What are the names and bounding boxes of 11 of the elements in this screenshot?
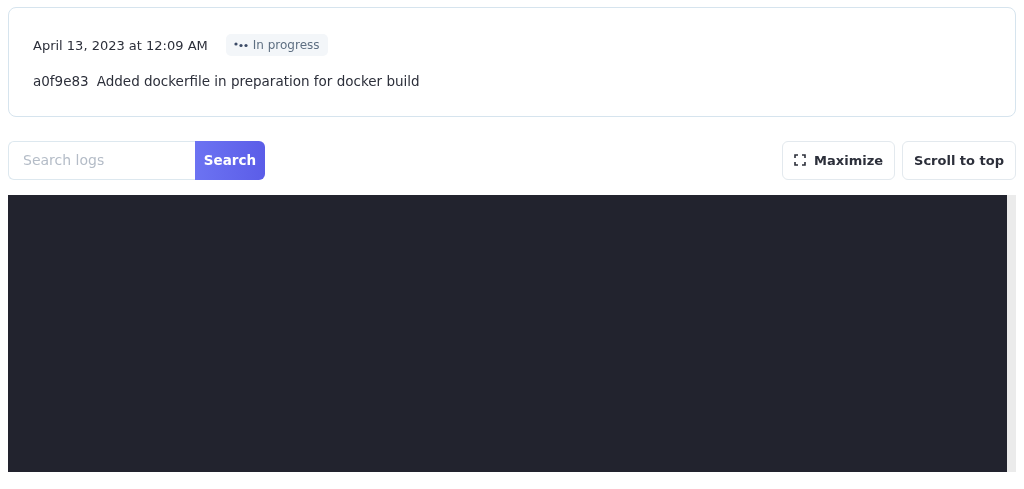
- search-field[interactable]: Search logs: [8, 140, 195, 180]
- scroll-to-top-button[interactable]: Scroll to top: [902, 140, 1016, 180]
- search-button[interactable]: Search: [195, 140, 265, 180]
- status-badge: In progress: [225, 34, 328, 56]
- maximize-button[interactable]: Maximize: [782, 140, 895, 180]
- build-date: April 13, 2023 at 12:09 AM: [33, 37, 208, 53]
- scrollbar[interactable]: [1007, 195, 1016, 472]
- maximize-icon: [794, 154, 807, 166]
- commit-message: Added dockerfile in preparation for docker build: [96, 73, 420, 89]
- commit-hash[interactable]: a0f9e83: [33, 73, 89, 89]
- dots-icon: [233, 42, 248, 48]
